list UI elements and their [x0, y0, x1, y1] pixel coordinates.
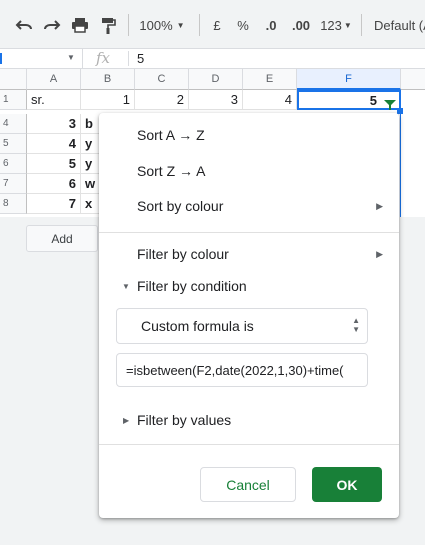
fx-icon: fx: [96, 49, 111, 67]
percent-button[interactable]: %: [234, 14, 252, 36]
formula-input[interactable]: 5: [137, 49, 144, 68]
condition-select[interactable]: Custom formula is ▲ ▼: [116, 308, 368, 344]
cell-a[interactable]: 3: [27, 114, 81, 134]
updown-arrow-icon: ▲ ▼: [352, 316, 360, 334]
cell-d1[interactable]: 3: [189, 90, 243, 110]
column-header-a[interactable]: A: [27, 69, 81, 90]
sort-z-a-item[interactable]: Sort Z → A: [99, 155, 399, 187]
more-formats-label: 123: [320, 17, 342, 33]
sort-by-colour-label: Sort by colour: [137, 198, 224, 214]
ok-button[interactable]: OK: [312, 467, 382, 502]
font-select[interactable]: Default (A: [374, 14, 425, 36]
name-box-cursor: [0, 53, 2, 64]
expand-right-icon: ▶: [123, 415, 130, 425]
filter-icon[interactable]: [384, 97, 396, 110]
cell-e1[interactable]: 4: [243, 90, 297, 110]
cell-a1[interactable]: sr.: [27, 90, 81, 110]
chevron-right-icon: ▶: [376, 200, 383, 211]
cancel-button[interactable]: Cancel: [200, 467, 296, 502]
decrease-decimals-button[interactable]: .0: [259, 14, 283, 36]
currency-button[interactable]: £: [208, 14, 226, 36]
column-header-c[interactable]: C: [135, 69, 189, 90]
row-header[interactable]: 4: [0, 114, 27, 134]
column-header-next[interactable]: [401, 69, 425, 90]
cell-c1[interactable]: 2: [135, 90, 189, 110]
row-header[interactable]: 8: [0, 194, 27, 214]
menu-divider: [99, 444, 399, 445]
filter-by-values-label: Filter by values: [137, 412, 232, 428]
increase-decimals-button[interactable]: .00: [288, 14, 314, 36]
chevron-down-icon: ▼: [67, 53, 75, 62]
column-header-d[interactable]: D: [189, 69, 243, 90]
toolbar-divider: [128, 14, 129, 36]
filter-menu: Sort A → Z Sort Z → A Sort by colour ▶ F…: [99, 113, 399, 518]
add-rows-button[interactable]: Add: [26, 225, 98, 252]
filter-by-condition-toggle[interactable]: ▼ Filter by condition: [99, 270, 399, 302]
cell-a[interactable]: 5: [27, 154, 81, 174]
zoom-select[interactable]: 100% ▼: [138, 14, 186, 36]
paint-format-icon[interactable]: [97, 14, 119, 36]
more-formats-button[interactable]: 123 ▼: [318, 14, 354, 36]
sort-a-z-item[interactable]: Sort A → Z: [99, 119, 399, 151]
row-header[interactable]: 7: [0, 174, 27, 194]
chevron-down-icon: ▼: [343, 20, 352, 30]
filter-by-colour-label: Filter by colour: [137, 246, 229, 262]
column-header-b[interactable]: B: [81, 69, 135, 90]
undo-icon[interactable]: [13, 14, 35, 36]
cell-b1[interactable]: 1: [81, 90, 135, 110]
formula-bar: ▼ fx 5: [0, 48, 425, 69]
cell-a[interactable]: 4: [27, 134, 81, 154]
row-header[interactable]: 6: [0, 154, 27, 174]
toolbar-divider: [199, 14, 200, 36]
row-header[interactable]: 5: [0, 134, 27, 154]
filter-by-colour-item[interactable]: Filter by colour ▶: [99, 238, 399, 270]
formula-separator: [128, 51, 129, 66]
expand-down-icon: ▼: [122, 281, 130, 291]
cell-f1-value: 5: [369, 92, 377, 108]
zoom-value: 100%: [139, 17, 173, 33]
select-all-corner[interactable]: [0, 69, 27, 90]
cell-a[interactable]: 7: [27, 194, 81, 214]
toolbar-divider: [361, 14, 362, 36]
chevron-down-icon: ▼: [176, 20, 185, 30]
redo-icon[interactable]: [41, 14, 63, 36]
print-icon[interactable]: [69, 14, 91, 36]
chevron-right-icon: ▶: [376, 248, 383, 259]
condition-select-value: Custom formula is: [141, 318, 254, 334]
menu-divider: [99, 232, 399, 233]
filter-by-condition-label: Filter by condition: [137, 278, 247, 294]
cell-a[interactable]: 6: [27, 174, 81, 194]
custom-formula-input[interactable]: =isbetween(F2,date(2022,1,30)+time(: [116, 353, 368, 387]
column-header-e[interactable]: E: [243, 69, 297, 90]
sort-by-colour-item[interactable]: Sort by colour ▶: [99, 190, 399, 222]
column-header-f[interactable]: F: [297, 69, 401, 90]
filter-by-values-toggle[interactable]: ▶ Filter by values: [99, 404, 399, 436]
toolbar: 100% ▼ £ % .0 .00 123 ▼ Default (A: [0, 0, 425, 48]
name-box[interactable]: ▼: [0, 49, 83, 68]
row-header[interactable]: 1: [0, 90, 27, 110]
